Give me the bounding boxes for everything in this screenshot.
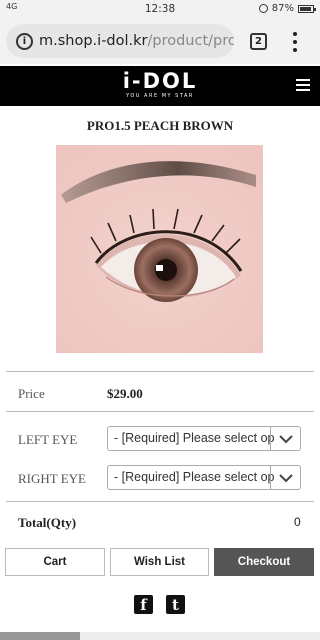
bottom-tab-active[interactable] — [0, 632, 80, 640]
right-eye-select-value: - [Required] Please select option - — [114, 470, 274, 484]
battery-percent: 87% — [271, 3, 294, 14]
wishlist-button[interactable]: Wish List — [110, 548, 209, 576]
facebook-icon[interactable]: f — [134, 595, 153, 614]
left-eye-select[interactable]: - [Required] Please select option - — [107, 426, 301, 451]
cart-button[interactable]: Cart — [5, 548, 105, 576]
address-bar[interactable]: i m.shop.i-dol.kr/product/pro15 — [6, 24, 234, 58]
logo-tagline: YOU ARE MY STAR — [126, 93, 194, 99]
status-bar: 4G 12:38 87% — [0, 0, 320, 18]
total-qty-label: Total(Qty) — [18, 515, 77, 530]
url-path: /product/pro15 — [147, 33, 235, 49]
divider — [6, 501, 314, 502]
twitter-glyph: t — [172, 596, 179, 614]
twitter-icon[interactable]: t — [166, 595, 185, 614]
battery-icon — [298, 4, 316, 13]
left-eye-label: LEFT EYE — [18, 432, 78, 447]
logo-text: i-DOL — [122, 69, 198, 93]
product-title: PRO1.5 PEACH BROWN — [86, 118, 234, 133]
site-logo[interactable]: i-DOL YOU ARE MY STAR — [0, 70, 320, 100]
facebook-glyph: f — [140, 596, 147, 614]
url-text[interactable]: m.shop.i-dol.kr/product/pro15 — [39, 33, 234, 49]
checkout-button[interactable]: Checkout — [214, 548, 314, 576]
site-header: i-DOL YOU ARE MY STAR — [0, 66, 320, 106]
right-eye-label: RIGHT EYE — [18, 471, 87, 486]
tab-switcher-button[interactable]: 2 — [250, 33, 267, 50]
eye-illustration — [56, 145, 263, 353]
right-eye-select[interactable]: - [Required] Please select option - — [107, 465, 301, 490]
hamburger-menu-icon[interactable] — [296, 79, 310, 91]
info-icon[interactable]: i — [16, 32, 33, 50]
divider — [6, 411, 314, 412]
url-host: m.shop.i-dol.kr — [39, 33, 148, 49]
price-label: Price — [18, 386, 45, 401]
chevron-down-icon[interactable] — [270, 466, 300, 489]
browser-menu-icon[interactable] — [290, 32, 300, 52]
rotation-lock-icon — [258, 4, 268, 13]
bottom-tab-strip — [0, 632, 320, 640]
left-eye-select-value: - [Required] Please select option - — [114, 431, 274, 445]
chevron-down-icon[interactable] — [270, 427, 300, 450]
price-value: $29.00 — [107, 386, 143, 401]
browser-toolbar: i m.shop.i-dol.kr/product/pro15 2 — [0, 18, 320, 64]
status-right-group: 87% — [258, 3, 316, 14]
divider — [6, 371, 314, 372]
product-image — [56, 145, 263, 353]
total-qty-value: 0 — [294, 515, 301, 529]
